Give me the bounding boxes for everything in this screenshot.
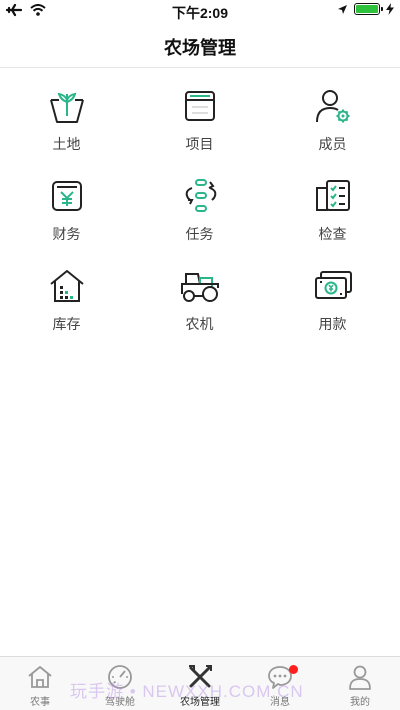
battery-icon — [354, 3, 383, 15]
menu-label-tasks: 任务 — [185, 226, 214, 242]
menu-label-machinery: 农机 — [185, 316, 214, 332]
house-icon — [28, 666, 52, 688]
gauge-icon — [108, 665, 132, 689]
tools-icon — [189, 665, 212, 688]
tab-label-cockpit: 驾驶舱 — [105, 697, 135, 708]
status-bar: 下午2:09 — [0, 0, 400, 22]
user-gear-icon — [315, 90, 349, 123]
menu-label-land: 土地 — [52, 136, 81, 152]
warehouse-icon — [49, 270, 84, 302]
menu-label-inspection: 检查 — [318, 226, 347, 242]
tab-label-farming: 农事 — [30, 697, 50, 708]
tab-bar: 农事 驾驶舱 农场管理 消息 我的 — [0, 656, 400, 710]
tab-label-farm-management: 农场管理 — [180, 697, 220, 708]
menu-item-project[interactable]: 项目 — [133, 80, 266, 170]
yuan-wallet-icon — [51, 181, 82, 211]
location-arrow-icon — [338, 4, 347, 14]
menu-item-inspection[interactable]: 检查 — [266, 170, 399, 260]
menu-item-payment[interactable]: 用款 — [266, 260, 399, 350]
window-icon — [184, 91, 215, 121]
menu-item-members[interactable]: 成员 — [266, 80, 399, 170]
menu-label-finance: 财务 — [52, 226, 81, 242]
sprout-icon — [49, 92, 84, 123]
tab-cockpit[interactable]: 驾驶舱 — [80, 657, 160, 710]
tab-mine[interactable]: 我的 — [320, 657, 400, 710]
menu-item-machinery[interactable]: 农机 — [133, 260, 266, 350]
banknote-icon — [314, 271, 352, 299]
person-icon — [349, 665, 371, 690]
menu-label-warehouse: 库存 — [52, 316, 81, 332]
tab-label-mine: 我的 — [350, 697, 370, 708]
checklist-icon — [315, 180, 350, 211]
tractor-icon — [180, 273, 219, 302]
charging-icon — [386, 3, 394, 15]
menu-item-tasks[interactable]: 任务 — [133, 170, 266, 260]
task-cycle-icon — [185, 179, 216, 212]
message-badge — [289, 665, 298, 674]
menu-label-members: 成员 — [318, 136, 347, 152]
nav-bar: 农场管理 — [0, 22, 400, 68]
menu-label-payment: 用款 — [318, 316, 347, 332]
tab-farming[interactable]: 农事 — [0, 657, 80, 710]
menu-item-warehouse[interactable]: 库存 — [0, 260, 133, 350]
page-title: 农场管理 — [164, 38, 236, 58]
menu-label-project: 项目 — [185, 136, 214, 152]
tab-messages[interactable]: 消息 — [240, 657, 320, 710]
tab-label-messages: 消息 — [270, 697, 290, 708]
menu-grid: 土地 项目 成员 财务 任务 检查 库存 农机 用款 — [0, 80, 400, 350]
status-right — [337, 3, 394, 15]
tab-farm-management[interactable]: 农场管理 — [160, 657, 240, 710]
menu-item-finance[interactable]: 财务 — [0, 170, 133, 260]
menu-item-land[interactable]: 土地 — [0, 80, 133, 170]
